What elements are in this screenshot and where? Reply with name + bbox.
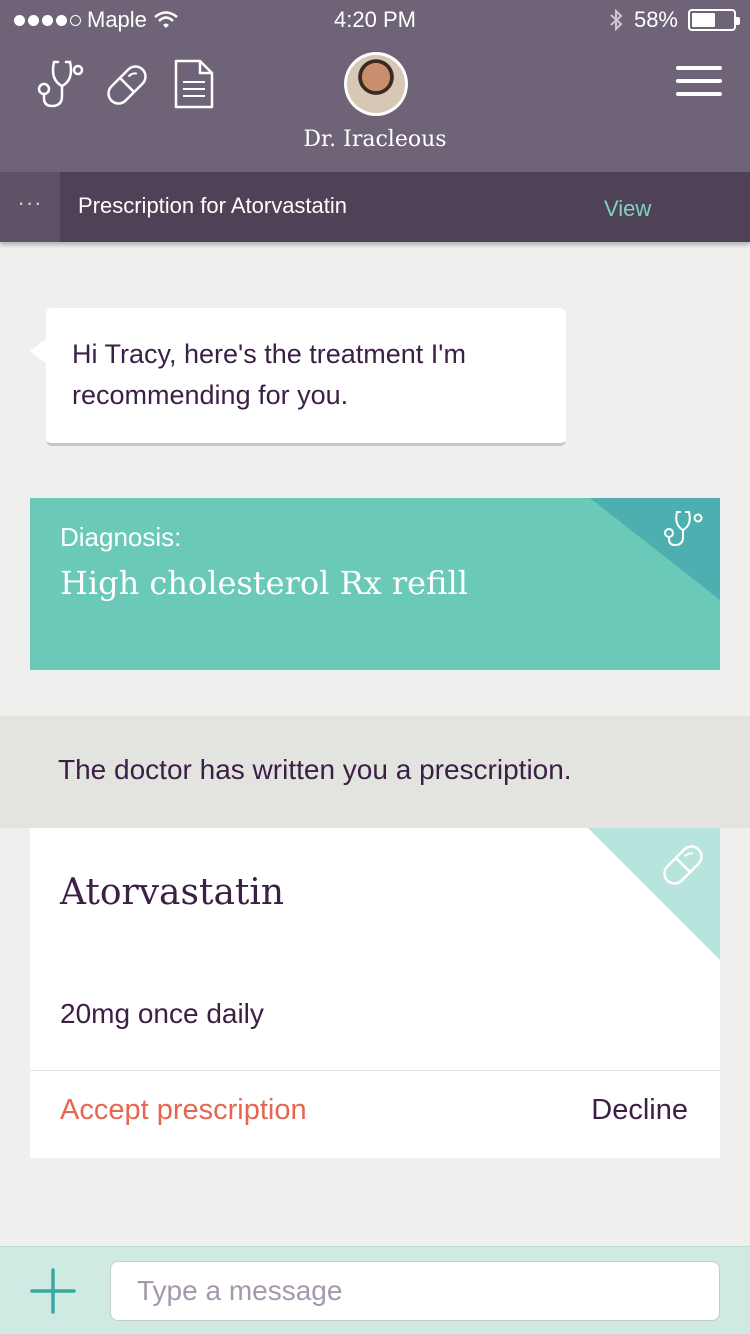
prescription-notice-text: The doctor has written you a prescriptio…: [58, 754, 572, 785]
more-options-button[interactable]: ···: [0, 172, 60, 242]
stethoscope-icon[interactable]: [34, 58, 84, 110]
conversation-subheader: ··· Prescription for Atorvastatin View: [0, 172, 750, 242]
message-composer: [0, 1246, 750, 1334]
app-header: Maple 4:20 PM 58% Dr. Iracleous: [0, 0, 750, 172]
medication-dosage: 20mg once daily: [60, 998, 264, 1029]
status-right: 58%: [608, 7, 740, 33]
decline-prescription-button[interactable]: Decline: [591, 1094, 688, 1127]
chat-message-bubble: Hi Tracy, here's the treatment I'm recom…: [46, 308, 566, 446]
battery-percent: 58%: [633, 7, 678, 32]
pill-icon: [663, 845, 703, 885]
diagnosis-value: High cholesterol Rx refill: [60, 564, 468, 602]
battery-level: [692, 13, 715, 27]
bluetooth-icon: [610, 8, 623, 32]
stethoscope-icon: [664, 511, 703, 547]
status-bar: Maple 4:20 PM 58%: [0, 0, 750, 40]
medication-name: Atorvastatin: [60, 872, 285, 913]
prescription-notice: The doctor has written you a prescriptio…: [0, 716, 750, 828]
document-icon[interactable]: [172, 58, 216, 110]
accept-prescription-button[interactable]: Accept prescription: [60, 1094, 307, 1127]
menu-icon[interactable]: [676, 66, 722, 98]
plus-icon[interactable]: [30, 1268, 76, 1314]
subheader-title: Prescription for Atorvastatin: [78, 193, 348, 218]
chat-message-text: Hi Tracy, here's the treatment I'm recom…: [72, 339, 466, 410]
chat-bubble-tail: [30, 338, 47, 364]
message-input[interactable]: [110, 1261, 720, 1321]
card-divider: [30, 1070, 720, 1071]
doctor-name: Dr. Iracleous: [303, 127, 447, 152]
view-button[interactable]: View: [604, 196, 651, 222]
diagnosis-label: Diagnosis:: [60, 522, 182, 552]
battery-icon: [688, 9, 740, 31]
diagnosis-card: Diagnosis: High cholesterol Rx refill: [30, 498, 720, 670]
doctor-avatar[interactable]: [344, 52, 408, 116]
pill-icon[interactable]: [102, 60, 152, 110]
prescription-card: Atorvastatin 20mg once daily Accept pres…: [30, 828, 720, 1158]
